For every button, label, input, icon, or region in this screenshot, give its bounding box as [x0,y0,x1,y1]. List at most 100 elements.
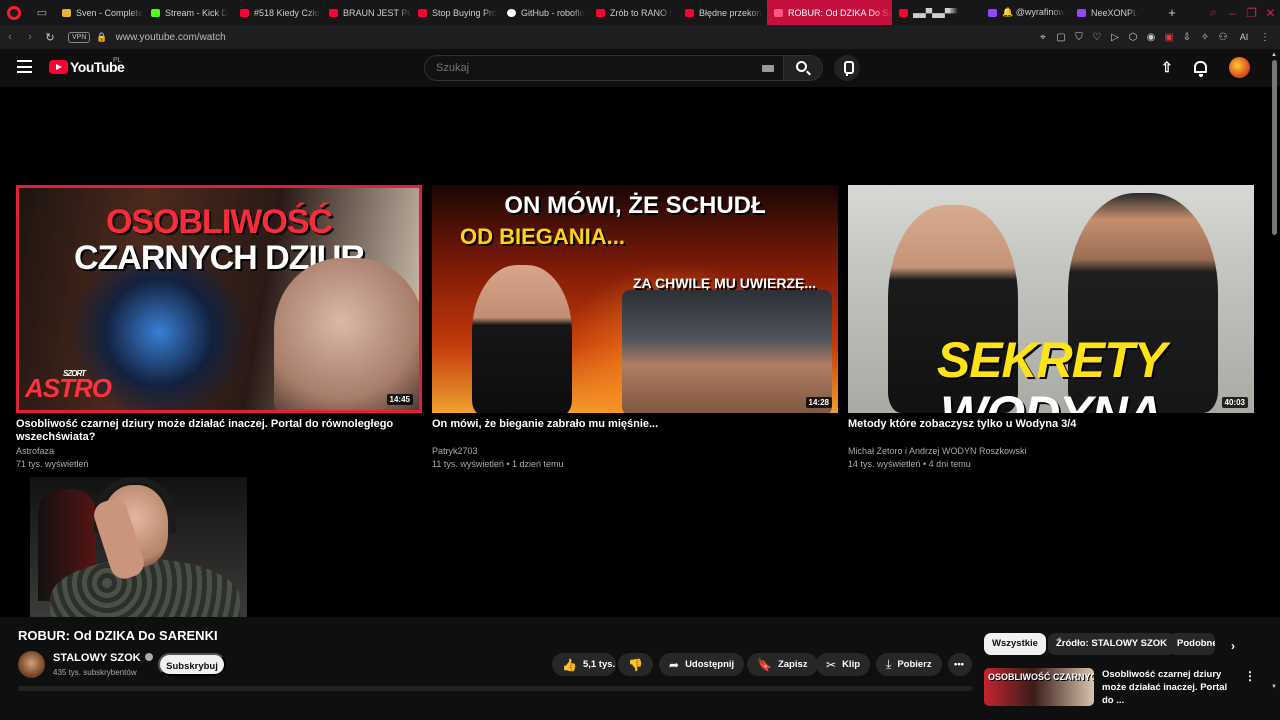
search-input[interactable] [424,55,786,81]
chip-related[interactable]: Podobne [1169,633,1215,655]
page-scrollbar[interactable] [1272,60,1277,235]
extensions-toolbar: ⌖ ▢ ⛉ ♡ ▷ ⬡ ◉ ▣ ⇩ ✧ ⚇ AI ⋮ [1034,25,1274,49]
search-tabs-icon[interactable]: ⌕ [1204,5,1223,20]
browser-tab[interactable]: Sven - Complete [55,0,144,25]
like-button[interactable]: 👍 5,1 tys. [552,653,616,676]
download-button[interactable]: ⤓ Pobierz [876,653,942,676]
browser-tab[interactable]: Stop Buying Pro [411,0,500,25]
browser-tab[interactable]: ▄▄▀▄▄▀▀ [892,0,981,25]
tab-favicon-icon [329,8,338,17]
browser-tab[interactable]: NeeXONPL [1070,0,1159,25]
video-stats: 71 tys. wyświetleń [16,459,89,469]
profile-icon[interactable]: ⚇ [1214,32,1232,43]
opera-logo-icon[interactable] [7,5,21,20]
search-icon[interactable] [796,61,807,72]
browser-tab[interactable]: #518 Kiedy Czło [233,0,322,25]
browser-tab[interactable]: Zrób to RANO i [589,0,678,25]
video-duration: 14:45 [386,394,413,405]
scroll-up-arrow-icon[interactable]: ▲ [1271,52,1277,58]
browser-tab[interactable]: GitHub - roboflo [500,0,589,25]
tab-favicon-icon [62,8,71,17]
tab-favicon-icon [988,8,997,17]
video-thumbnail[interactable]: SEKRETY WODYNA 40:03 [848,185,1254,413]
puzzle-icon[interactable]: ✧ [1196,32,1214,43]
account-avatar[interactable] [1229,57,1250,78]
video-main-title: ROBUR: Od DZIKA Do SARENKI [18,628,218,643]
thumbs-up-icon: 👍 [562,657,577,672]
youtube-logo-icon[interactable] [49,60,68,74]
suggested-video-title[interactable]: Osobliwość czarnej dziury może działać i… [1102,668,1240,707]
keyboard-icon[interactable] [762,65,774,72]
subscriber-count: 435 tys. subskrybentów [53,668,137,677]
browser-tab[interactable]: 🔔 @wyrafinow [981,0,1070,25]
description-box[interactable] [18,686,973,691]
channel-avatar[interactable] [18,651,45,678]
workspaces-icon[interactable]: ▭ [35,6,49,20]
video-channel: Patryk2703 [432,446,478,456]
more-actions-button[interactable]: ••• [948,653,972,676]
heart-icon[interactable]: ♡ [1088,32,1106,43]
end-screen-video-2[interactable]: ON MÓWI, ŻE SCHUDŁ OD BIEGANIA... ZA CHW… [432,185,838,470]
chevron-right-icon[interactable]: › [1231,639,1235,653]
end-screen-video-1[interactable]: OSOBLIWOŚĆ CZARNYCH DZIUR ASTRO SZORT 14:… [16,185,422,470]
address-bar: ‹ › ↻ VPN 🔒 www.youtube.com/watch ⌖ ▢ ⛉ … [0,25,1280,49]
suggested-video-thumbnail[interactable]: OSOBLIWOŚĆ CZARNYCH DZIUR [984,668,1094,706]
vpn-badge[interactable]: VPN [68,31,91,43]
chip-from-channel[interactable]: Źródło: STALOWY SZOK [1048,633,1175,655]
lock-icon[interactable]: 🔒 [96,32,107,43]
video-title[interactable]: Osobliwość czarnej dziury może działać i… [16,418,422,444]
maximize-button[interactable]: ❐ [1242,6,1261,20]
url-field[interactable]: www.youtube.com/watch [116,32,226,43]
snapshot-icon[interactable]: ▢ [1052,32,1070,43]
chip-all[interactable]: Wszystkie [984,633,1046,655]
share-button[interactable]: ➦ Udostępnij [659,653,745,676]
video-title[interactable]: On mówi, że bieganie zabrało mu mięśnie.… [432,418,838,444]
voice-search-mic-icon[interactable] [834,55,860,81]
notifications-bell-icon[interactable] [1194,61,1207,77]
video-stats: 14 tys. wyświetleń • 4 dni temu [848,459,971,469]
scroll-down-arrow-icon[interactable]: ▼ [1271,684,1277,690]
tab-favicon-icon [1077,8,1086,17]
video-thumbnail[interactable]: OSOBLIWOŚĆ CZARNYCH DZIUR ASTRO SZORT 14:… [16,185,422,413]
minimize-button[interactable]: – [1223,6,1242,20]
subscribe-button[interactable]: Subskrybuj [158,653,226,676]
save-button[interactable]: 🔖 Zapisz [747,653,818,676]
channel-badge-icon: ASTRO SZORT [25,369,112,403]
download-icon[interactable]: ⇩ [1178,32,1196,43]
shield-icon[interactable]: ⛉ [1070,32,1088,43]
scissors-icon: ✂ [826,657,837,672]
reload-icon[interactable]: ↻ [40,31,60,44]
aria-ai-icon[interactable]: AI [1232,32,1256,42]
tab-favicon-icon [774,8,783,17]
more-options-icon[interactable]: ⋮ [1244,669,1256,683]
browser-tab[interactable]: Stream - Kick D [144,0,233,25]
forward-icon[interactable]: › [20,31,40,43]
extension-icon[interactable]: ◉ [1142,32,1160,43]
dislike-button[interactable]: 👎 [618,653,653,676]
video-title[interactable]: Metody które zobaczysz tylko u Wodyna 3/… [848,418,1254,444]
tab-favicon-icon [899,8,908,17]
pin-icon[interactable]: ⌖ [1034,32,1052,43]
video-thumbnail[interactable]: ON MÓWI, ŻE SCHUDŁ OD BIEGANIA... ZA CHW… [432,185,838,413]
close-window-button[interactable]: ✕ [1261,6,1280,20]
browser-tab[interactable]: BRAUN JEST PO [322,0,411,25]
cube-icon[interactable]: ⬡ [1124,32,1142,43]
tab-favicon-icon [596,8,605,17]
video-channel: Michał Zetoro i Andrzej WODYN Roszkowski [848,446,1027,456]
browser-tab-active[interactable]: ROBUR: Od DZIKA Do SAR [767,0,892,25]
end-screen-video-3[interactable]: SEKRETY WODYNA 40:03 Metody które zobacz… [848,185,1254,470]
upload-icon[interactable]: ⇧ [1161,59,1173,76]
thumbnail-headline: ON MÓWI, ŻE SCHUDŁ [504,192,766,219]
play-icon[interactable]: ▷ [1106,32,1124,43]
extension-badge-icon[interactable]: ▣ [1160,32,1178,43]
new-tab-button[interactable]: + [1159,5,1185,20]
tab-favicon-icon [685,8,694,17]
clip-button[interactable]: ✂ Klip [816,653,871,676]
back-icon[interactable]: ‹ [0,31,20,43]
browser-tab[interactable]: Błędne przekon [678,0,767,25]
tab-favicon-icon [507,8,516,17]
hamburger-menu-icon[interactable] [17,60,32,73]
menu-icon[interactable]: ⋮ [1256,32,1274,43]
video-player[interactable]: OSOBLIWOŚĆ CZARNYCH DZIUR ASTRO SZORT 14:… [0,87,1280,617]
channel-name[interactable]: STALOWY SZOK [53,652,153,664]
